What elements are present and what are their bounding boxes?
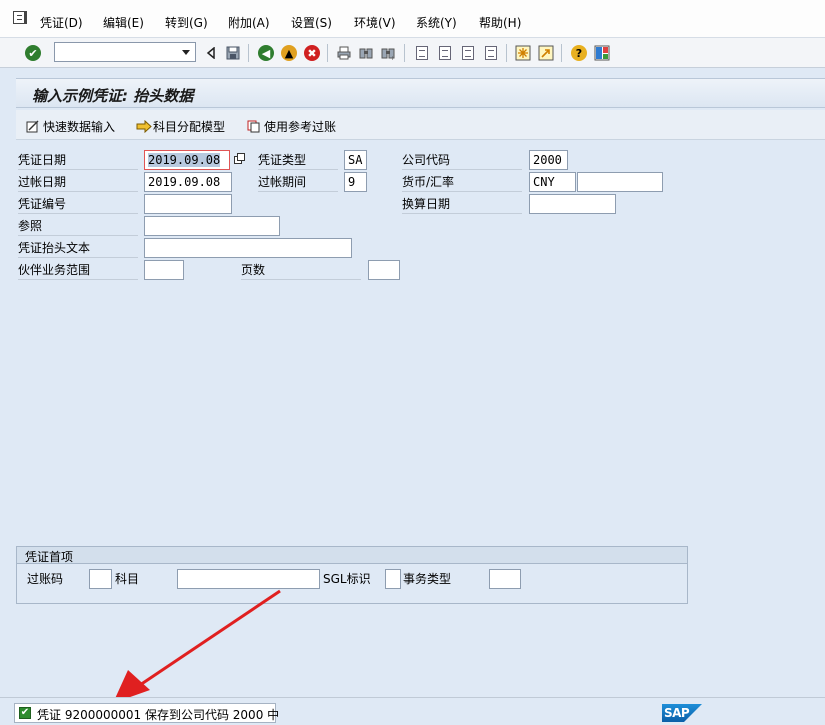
transaction-type-label: 事务类型 xyxy=(403,572,452,586)
save-icon[interactable] xyxy=(224,44,242,62)
currency-rate-label: 货币/汇率 xyxy=(402,172,522,192)
menu-bar: 凭证(D) 编辑(E) 转到(G) 附加(A) 设置(S) 环境(V) 系统(Y… xyxy=(0,0,825,38)
svg-text:+: + xyxy=(390,55,395,60)
success-check-icon: ✔ xyxy=(19,707,31,719)
group-title: 凭证首项 xyxy=(25,550,74,564)
exit-icon[interactable]: ▲ xyxy=(280,44,298,62)
model-icon xyxy=(136,119,152,134)
posting-date-input[interactable]: 2019.09.08 xyxy=(144,172,232,192)
account-label: 科目 xyxy=(115,572,140,586)
first-line-item-group: 凭证首项 过账码 科目 SGL标识 事务类型 xyxy=(16,546,688,604)
fast-data-entry-label: 快速数据输入 xyxy=(43,120,116,134)
fast-entry-icon xyxy=(26,120,40,133)
application-toolbar: 快速数据输入 科目分配模型 使用参考过账 xyxy=(16,110,825,140)
system-menu-icon[interactable] xyxy=(13,11,27,24)
print-icon[interactable] xyxy=(335,44,353,62)
cancel-icon[interactable]: ✖ xyxy=(303,44,321,62)
document-type-label: 凭证类型 xyxy=(258,150,338,170)
translation-date-input[interactable] xyxy=(529,194,616,214)
standard-toolbar: ✔ ◀ ▲ ✖ + ? xyxy=(0,38,825,68)
sap-logo: SAP xyxy=(662,704,702,722)
account-assignment-model-button[interactable]: 科目分配模型 xyxy=(136,118,225,135)
find-next-icon[interactable]: + xyxy=(379,44,397,62)
customize-layout-icon[interactable] xyxy=(593,44,611,62)
enter-check-icon[interactable]: ✔ xyxy=(24,44,42,62)
reference-input[interactable] xyxy=(144,216,280,236)
help-icon[interactable]: ? xyxy=(570,44,588,62)
menu-document[interactable]: 凭证(D) xyxy=(40,14,83,31)
annotation-arrow xyxy=(113,589,281,703)
document-date-value: 2019.09.08 xyxy=(148,153,221,167)
command-field[interactable] xyxy=(54,42,196,62)
chevron-down-icon[interactable] xyxy=(182,50,190,55)
trading-partner-input[interactable] xyxy=(144,260,184,280)
menu-system[interactable]: 系统(Y) xyxy=(416,14,457,31)
document-type-input[interactable]: SA xyxy=(344,150,367,170)
account-input[interactable] xyxy=(177,569,320,589)
reference-label: 参照 xyxy=(18,216,138,236)
fast-data-entry-button[interactable]: 快速数据输入 xyxy=(26,118,115,135)
menu-environment[interactable]: 环境(V) xyxy=(354,14,396,31)
menu-goto[interactable]: 转到(G) xyxy=(165,14,208,31)
transaction-type-input[interactable] xyxy=(489,569,521,589)
menu-help[interactable]: 帮助(H) xyxy=(479,14,521,31)
status-bar: ✔ 凭证 9200000001 保存到公司代码 2000 中 SAP xyxy=(0,697,825,725)
menu-settings[interactable]: 设置(S) xyxy=(291,14,332,31)
posting-key-input[interactable] xyxy=(89,569,112,589)
calendar-help-icon[interactable] xyxy=(231,152,247,168)
first-page-icon[interactable] xyxy=(413,44,431,62)
last-page-icon[interactable] xyxy=(482,44,500,62)
post-with-reference-label: 使用参考过账 xyxy=(264,120,337,134)
page-number-label: 页数 xyxy=(241,260,361,280)
header-text-input[interactable] xyxy=(144,238,352,258)
sgl-indicator-label: SGL标识 xyxy=(323,572,371,586)
title-bar: 输入示例凭证: 抬头数据 xyxy=(16,78,825,108)
account-assignment-model-label: 科目分配模型 xyxy=(153,120,226,134)
document-number-label: 凭证编号 xyxy=(18,194,138,214)
currency-input[interactable]: CNY xyxy=(529,172,576,192)
document-date-input[interactable]: 2019.09.08 xyxy=(144,150,230,170)
posting-key-label: 过账码 xyxy=(27,572,64,586)
menu-edit[interactable]: 编辑(E) xyxy=(103,14,144,31)
posting-period-input[interactable]: 9 xyxy=(344,172,367,192)
shortcut-icon[interactable] xyxy=(537,44,555,62)
find-icon[interactable] xyxy=(357,44,375,62)
page-number-input[interactable] xyxy=(368,260,400,280)
status-message[interactable]: ✔ 凭证 9200000001 保存到公司代码 2000 中 xyxy=(14,703,280,723)
page-title: 输入示例凭证: 抬头数据 xyxy=(32,87,194,105)
posting-date-label: 过帐日期 xyxy=(18,172,138,192)
company-code-label: 公司代码 xyxy=(402,150,522,170)
menu-extras[interactable]: 附加(A) xyxy=(228,14,270,31)
back-icon[interactable]: ◀ xyxy=(257,44,275,62)
copy-reference-icon xyxy=(247,120,261,133)
header-text-label: 凭证抬头文本 xyxy=(18,238,138,258)
back-triangle-icon[interactable] xyxy=(202,44,220,62)
post-with-reference-button[interactable]: 使用参考过账 xyxy=(247,118,336,135)
exchange-rate-input[interactable] xyxy=(577,172,663,192)
create-session-icon[interactable] xyxy=(514,44,532,62)
posting-period-label: 过帐期间 xyxy=(258,172,338,192)
next-page-icon[interactable] xyxy=(459,44,477,62)
company-code-input[interactable]: 2000 xyxy=(529,150,568,170)
previous-page-icon[interactable] xyxy=(436,44,454,62)
translation-date-label: 换算日期 xyxy=(402,194,522,214)
status-message-text: 凭证 9200000001 保存到公司代码 2000 中 xyxy=(37,708,280,722)
sgl-indicator-input[interactable] xyxy=(385,569,401,589)
trading-partner-label: 伙伴业务范围 xyxy=(18,260,138,280)
document-number-input[interactable] xyxy=(144,194,232,214)
document-date-label: 凭证日期 xyxy=(18,150,138,170)
